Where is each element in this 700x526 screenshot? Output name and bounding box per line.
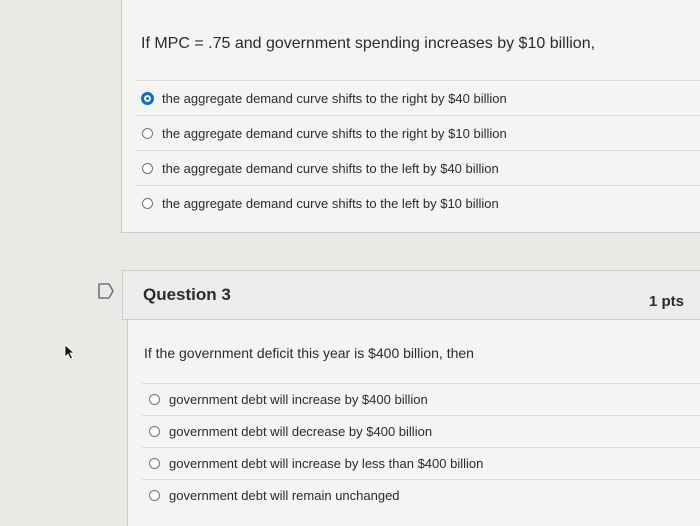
answer-label: government debt will decrease by $400 bi… (169, 424, 433, 439)
question-2-body: If MPC = .75 and government spending inc… (121, 0, 700, 233)
radio-button[interactable] (149, 426, 160, 437)
quiz-page: If MPC = .75 and government spending inc… (0, 0, 700, 526)
radio-button[interactable] (149, 490, 160, 501)
answer-option[interactable]: the aggregate demand curve shifts to the… (135, 115, 700, 150)
answer-label: the aggregate demand curve shifts to the… (162, 90, 507, 106)
question-3-answers: government debt will increase by $400 bi… (142, 383, 700, 511)
question-2-answers: the aggregate demand curve shifts to the… (135, 80, 700, 220)
question-title: Question 3 (143, 285, 231, 304)
question-3-text: If the government deficit this year is $… (144, 345, 474, 361)
radio-button[interactable] (149, 458, 160, 469)
answer-option[interactable]: the aggregate demand curve shifts to the… (135, 150, 700, 185)
question-3-body: If the government deficit this year is $… (127, 320, 700, 526)
answer-label: government debt will remain unchanged (169, 488, 400, 503)
mouse-pointer-icon (64, 344, 76, 360)
answer-option[interactable]: government debt will remain unchanged (142, 479, 700, 511)
flag-question-icon[interactable] (97, 283, 115, 299)
answer-label: the aggregate demand curve shifts to the… (162, 160, 499, 176)
radio-button[interactable] (149, 394, 160, 405)
answer-label: the aggregate demand curve shifts to the… (162, 195, 499, 211)
question-3-header: Question 3 1 pts (122, 270, 700, 320)
answer-label: government debt will increase by $400 bi… (169, 392, 428, 407)
question-2-text: If MPC = .75 and government spending inc… (141, 35, 596, 52)
answer-option[interactable]: the aggregate demand curve shifts to the… (135, 185, 700, 220)
answer-label: the aggregate demand curve shifts to the… (162, 125, 507, 141)
question-points: 1 pts (648, 293, 684, 310)
radio-button[interactable] (142, 197, 153, 209)
answer-option[interactable]: government debt will increase by $400 bi… (142, 383, 700, 415)
answer-option[interactable]: government debt will decrease by $400 bi… (142, 415, 700, 447)
radio-button[interactable] (142, 127, 153, 139)
answer-option[interactable]: the aggregate demand curve shifts to the… (135, 80, 700, 115)
answer-label: government debt will increase by less th… (169, 456, 484, 471)
radio-button-selected[interactable] (141, 91, 154, 105)
radio-button[interactable] (142, 162, 153, 174)
answer-option[interactable]: government debt will increase by less th… (142, 447, 700, 479)
